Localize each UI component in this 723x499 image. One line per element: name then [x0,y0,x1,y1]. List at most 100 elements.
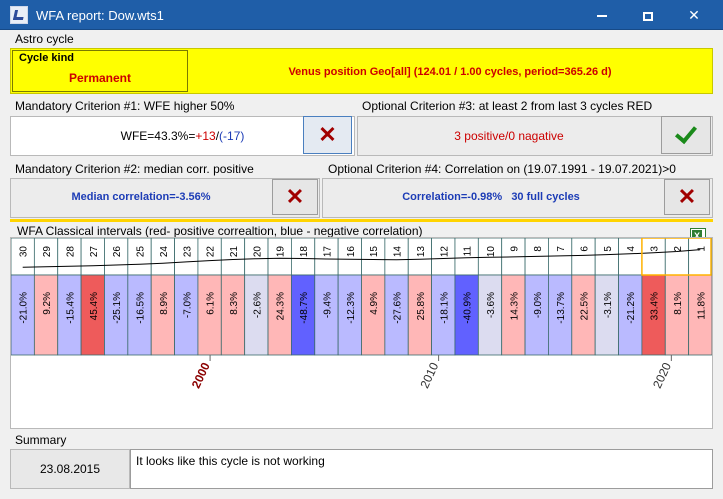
cycle-number-label: 4 [626,246,637,252]
summary-text: It looks like this cycle is not working [136,454,325,468]
correlation-value-label: 11.8% [696,292,707,320]
full-cycles-value: 30 full cycles [511,191,580,203]
cycle-number-label: 19 [276,246,287,258]
title-bar: WFA report: Dow.wts1 ✕ [0,0,723,30]
criterion-3-label: Optional Criterion #3: at least 2 from l… [362,99,653,113]
cycle-number-label: 3 [650,246,661,252]
summary-text-area[interactable]: It looks like this cycle is not working [130,449,713,489]
correlation-value-label: 8.3% [229,292,240,315]
criterion-3-panel: 3 positive/0 nagative [357,116,713,156]
criterion-2-fail-button[interactable]: ✕ [272,179,318,215]
app-icon [10,6,28,24]
cycle-number-label: 30 [19,246,30,258]
fail-x-icon: ✕ [318,122,337,147]
cycle-number-cell [688,237,713,276]
correlation-value-label: -21.2% [626,292,637,324]
close-button[interactable]: ✕ [671,0,717,30]
close-icon: ✕ [688,7,700,23]
window-title: WFA report: Dow.wts1 [36,8,164,23]
correlation-value-label: 4.9% [369,292,380,315]
venus-position-text: Venus position Geo[all] (124.01 / 1.00 c… [288,66,612,78]
correlation-value-label: -12.3% [346,292,357,324]
maximize-icon [643,11,653,21]
cycle-number-cell [641,237,666,276]
cycle-number-label: 5 [603,246,614,252]
criterion-2-value: Median correlation=-3.56% [71,191,211,203]
correlation-value-label: 14.3% [509,292,520,320]
summary-date-box: 23.08.2015 [10,449,130,489]
summary-label: Summary [15,433,67,447]
cycle-number-label: 23 [182,246,193,258]
wfe-positive: +13 [195,129,216,143]
criterion-4-panel: Correlation=-0.98% 30 full cycles [322,178,713,218]
criterion-3-value: 3 positive/0 nagative [454,129,564,143]
pass-check-icon [674,121,698,145]
cycle-number-label: 24 [159,246,170,258]
correlation-value-label: -48.7% [299,292,310,324]
correlation-value-label: -25.1% [112,292,123,324]
cycle-number-label: 15 [369,246,380,258]
fail-x-icon: ✕ [677,184,697,209]
correlation-value-label: -15.4% [65,292,76,324]
criterion-1-fail-button[interactable]: ✕ [303,116,352,154]
cycle-number-label: 14 [393,246,404,258]
cycle-number-label: 10 [486,246,497,258]
correlation-value-label: -40.9% [463,292,474,324]
criterion-3-pass-button[interactable] [661,116,711,154]
cycle-number-label: 26 [112,246,123,258]
criterion-1-label: Mandatory Criterion #1: WFE higher 50% [15,99,235,113]
cycle-number-label: 25 [136,246,147,258]
cycle-number-cell [571,237,596,276]
year-tick-label: 2010 [417,360,441,390]
wfa-chart: 30 -21.0% 29 9.2% 28 -15.4% 27 45.4% 26 -25.1% 25 -… [10,237,713,429]
correlation-value-label: 25.8% [416,292,427,320]
correlation-value-label: -3.1% [603,292,614,318]
correlation-value-label: -9.0% [533,292,544,318]
correlation-value-label: 24.3% [276,292,287,320]
astro-cycle-label: Astro cycle [15,32,74,46]
cycle-number-label: 12 [439,246,450,258]
correlation-value-label: 45.4% [89,292,100,320]
cycle-kind-box: Cycle kind Permanent [12,50,188,92]
cycle-number-label: 13 [416,246,427,258]
criterion-4-fail-button[interactable]: ✕ [664,179,710,215]
fail-x-icon: ✕ [285,184,305,209]
correlation-value-label: -13.7% [556,292,567,324]
correlation-value-label: -21.0% [19,292,30,324]
cycle-number-label: 20 [252,246,263,258]
maximize-button[interactable] [625,0,671,30]
cycle-number-cell [618,237,643,276]
correlation-value-label: -2.6% [252,292,263,318]
correlation-value-label: -3.6% [486,292,497,318]
correlation-value-label: -7.0% [182,292,193,318]
correlation-value-label: 8.9% [159,292,170,315]
cycle-number-label: 16 [346,246,357,258]
correlation-value: Correlation=-0.98% [402,191,503,203]
correlation-value-label: -27.6% [393,292,404,324]
cycle-number-label: 1 [696,246,707,252]
year-tick-label: 2020 [650,360,674,390]
cycle-number-cell [664,237,690,276]
cycle-number-label: 11 [463,246,474,257]
chart-divider [10,219,713,222]
cycle-number-label: 8 [533,246,544,252]
cycle-number-label: 22 [206,246,217,258]
cycle-number-label: 9 [509,246,520,252]
criterion-2-label: Mandatory Criterion #2: median corr. pos… [15,162,254,176]
cycle-number-label: 17 [322,246,333,258]
cycle-kind-value: Permanent [68,71,132,85]
cycle-number-label: 29 [42,246,53,258]
chart-label: WFA Classical intervals (red- positive c… [17,224,423,238]
correlation-value-label: -18.1% [439,292,450,324]
cycle-number-label: 21 [229,246,240,258]
wfa-chart-svg: 30 -21.0% 29 9.2% 28 -15.4% 27 45.4% 26 -25.1% 25 -… [10,237,713,390]
cycle-number-cell [594,237,619,276]
wfe-negative: (-17) [219,129,245,143]
cycle-number-label: 27 [89,246,100,258]
minimize-icon [597,15,607,18]
wfe-prefix: WFE=43.3%= [120,129,196,143]
cycle-kind-label: Cycle kind [19,52,75,64]
criterion-4-value: Correlation=-0.98% 30 full cycles [323,191,659,203]
minimize-button[interactable] [579,0,625,30]
correlation-value-label: 33.4% [650,292,661,320]
